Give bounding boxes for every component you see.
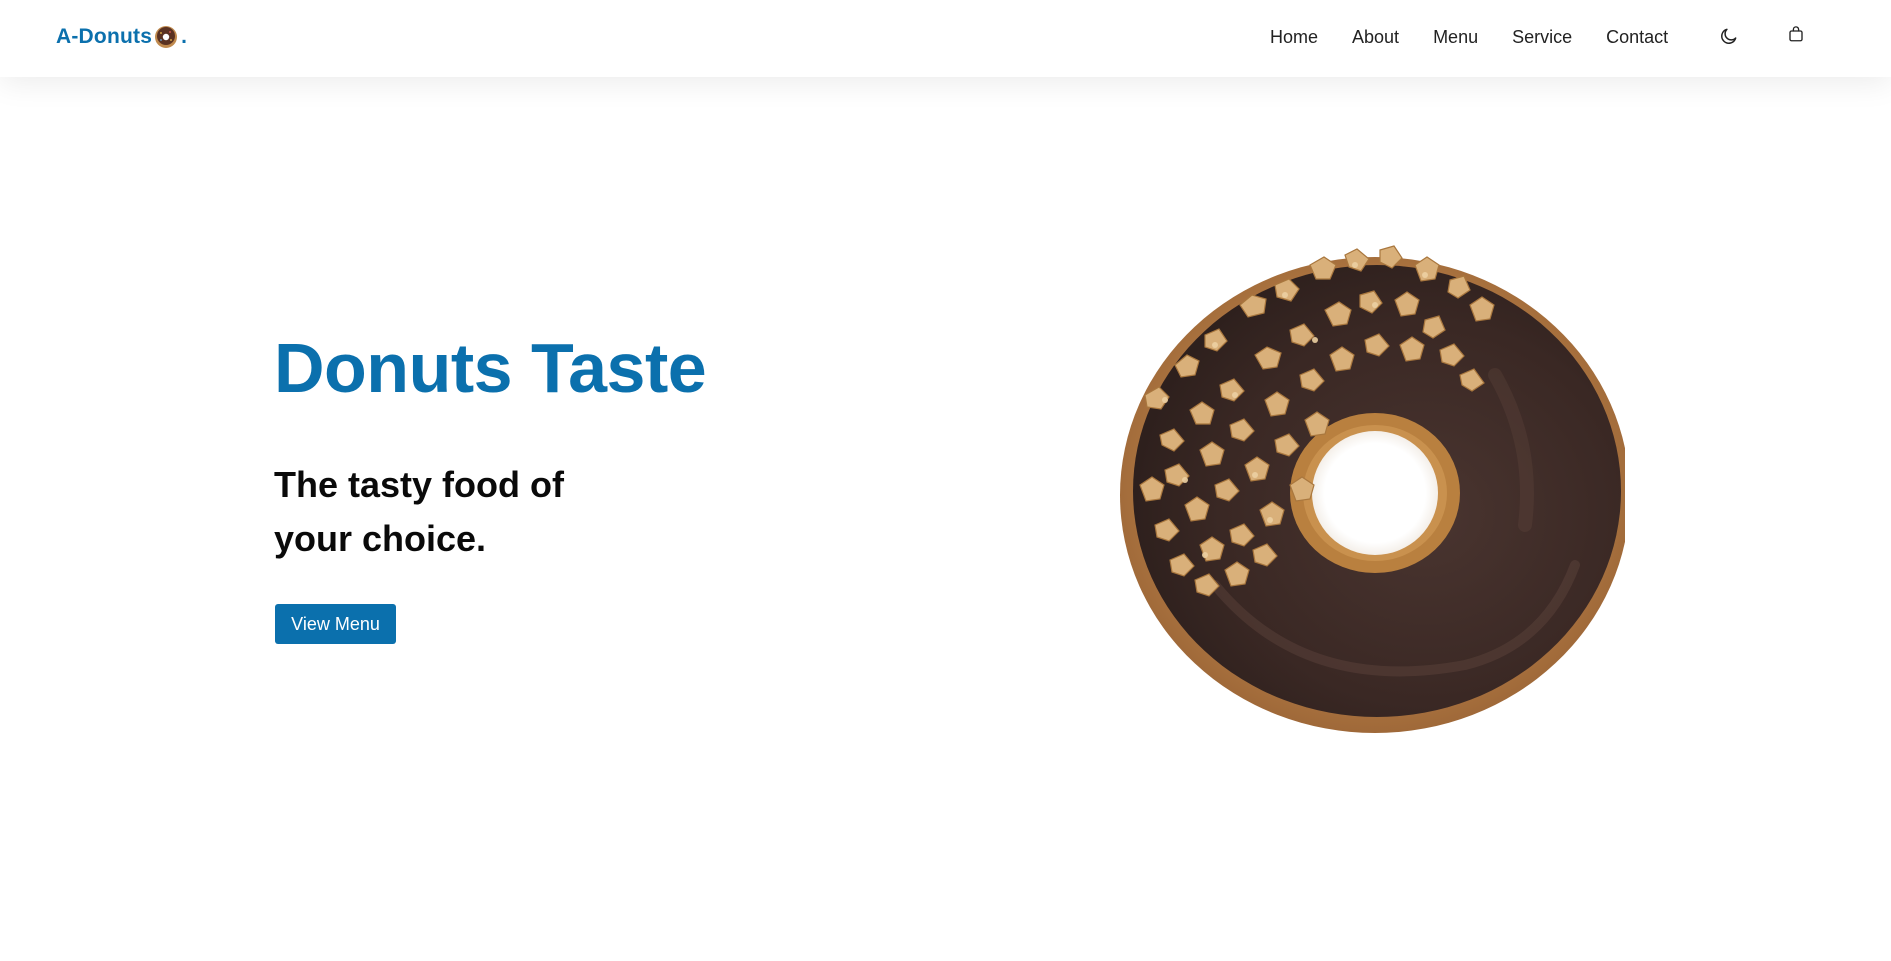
logo-dot: . [181, 25, 188, 48]
site-header: A-Donuts . Home About Menu Service Conta… [0, 0, 1891, 77]
hero-subtitle-line2: your choice. [274, 518, 487, 559]
logo-text: A-Donuts [56, 25, 153, 48]
nav-contact[interactable]: Contact [1606, 26, 1668, 48]
shopping-bag-icon[interactable] [1787, 24, 1805, 44]
hero-subtitle: The tasty food of your choice. [274, 458, 634, 566]
main-nav: Home About Menu Service Contact [1270, 26, 1702, 48]
hero-title: Donuts Taste [274, 329, 707, 407]
moon-icon[interactable] [1719, 26, 1739, 46]
view-menu-button[interactable]: View Menu [275, 604, 396, 644]
donut-logo-icon [155, 26, 178, 48]
nav-service[interactable]: Service [1512, 26, 1572, 48]
nav-home[interactable]: Home [1270, 26, 1318, 48]
nav-menu[interactable]: Menu [1433, 26, 1478, 48]
nav-about[interactable]: About [1352, 26, 1399, 48]
hero-subtitle-line1: The tasty food of [274, 464, 564, 505]
logo[interactable]: A-Donuts . [56, 25, 187, 49]
donut-image [1120, 245, 1625, 733]
